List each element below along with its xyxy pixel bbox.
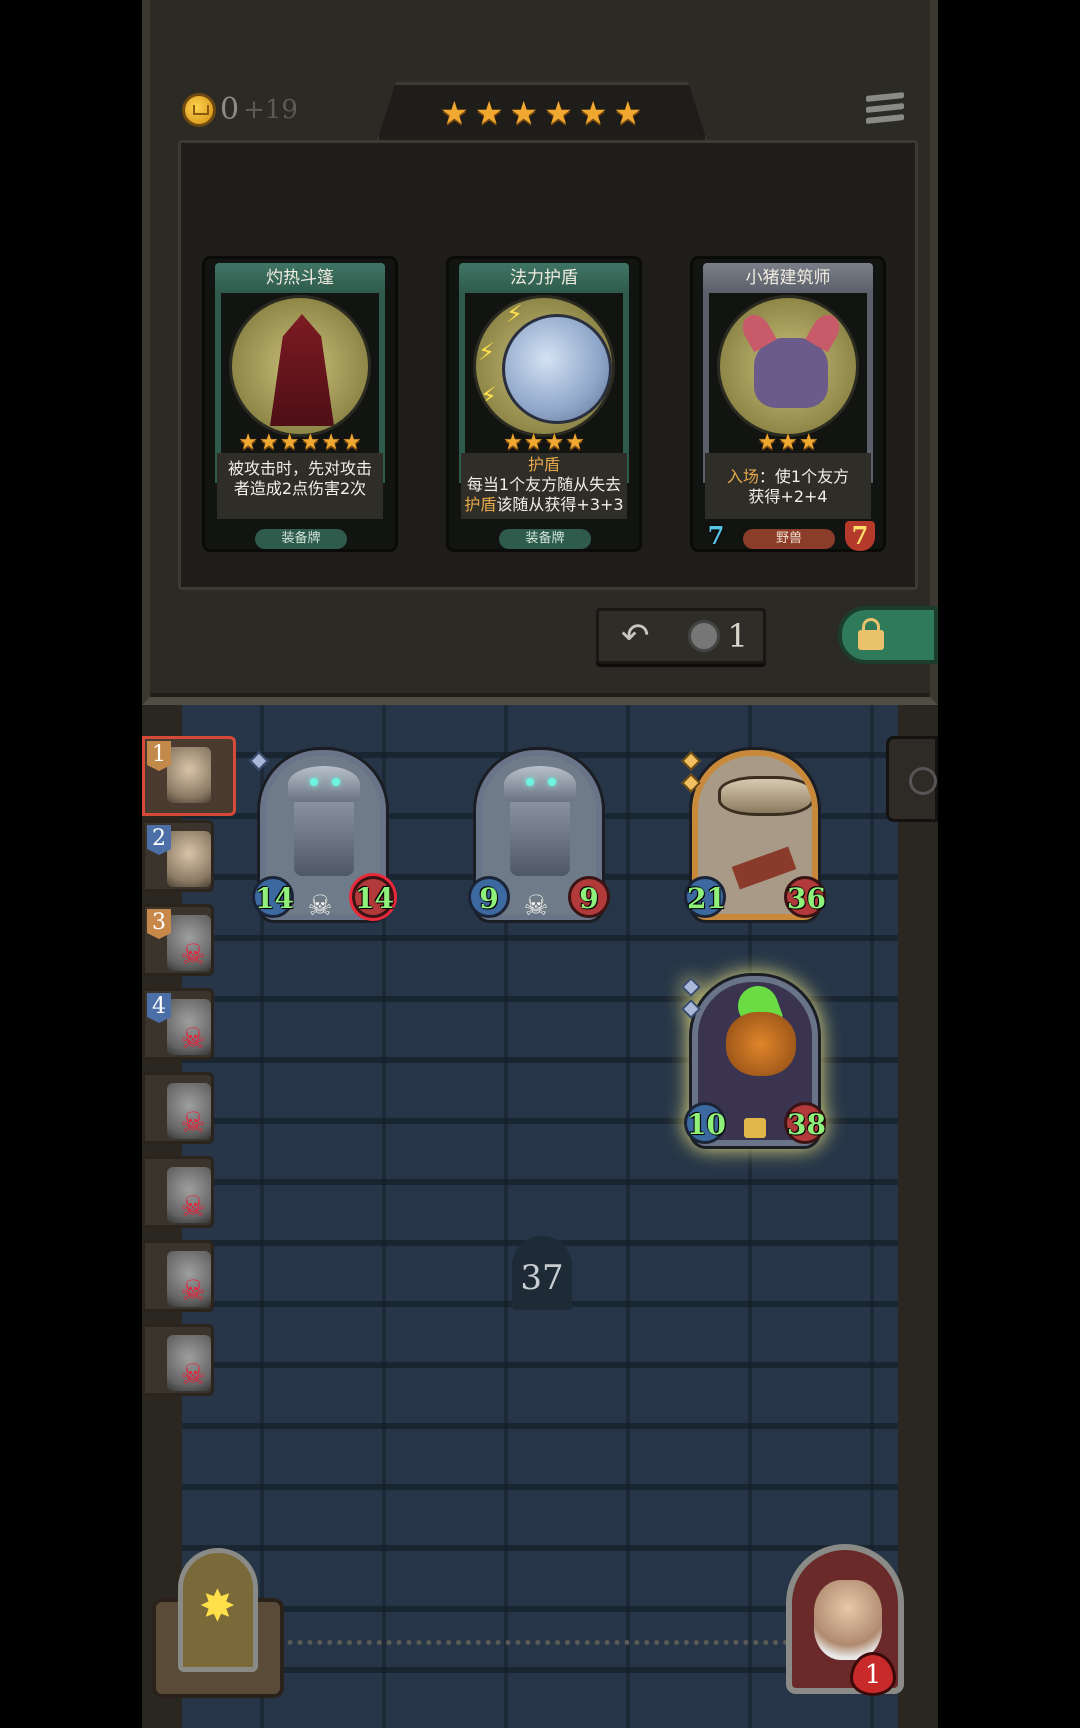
gold-value: 0 [220, 92, 240, 127]
star-icon: ★ [259, 430, 279, 455]
star-icon: ★ [565, 430, 585, 455]
skull-icon: ☠ [523, 889, 549, 922]
board-minion-zeppelin[interactable]: 21 36 [681, 746, 826, 926]
refresh-icon: ↶ [621, 616, 650, 656]
minion-health: 36 [784, 876, 826, 918]
freeze-button[interactable] [838, 606, 938, 664]
minion-attack: 21 [684, 876, 726, 918]
hero-power-button[interactable]: ✸ [152, 1548, 284, 1700]
star-icon: ★ [474, 94, 504, 132]
player-rank: 1 [147, 741, 171, 771]
minion-health: 9 [568, 876, 610, 918]
card-attack: 7 [707, 521, 725, 550]
skull-icon: ☠ [180, 1274, 206, 1307]
star-icon: ★ [321, 430, 341, 455]
star-icon: ★ [341, 430, 362, 455]
star-icon: ★ [544, 430, 565, 455]
star-icon: ★ [798, 430, 819, 455]
shop-card-searing-cloak[interactable]: 灼热斗篷 ★ ★ ★ ★ ★ ★ 被攻击时，先对攻击 者造成2点伤害2次 装备牌 [202, 256, 398, 552]
spark-icon: ✸ [199, 1581, 236, 1632]
hero-health: 1 [850, 1652, 896, 1696]
player-rank: 2 [147, 825, 171, 855]
leaderboard-player[interactable]: ☠ [142, 1072, 214, 1144]
shop-panel: ★ ★ ★ ★ ★ ★ 0 +19 灼热斗篷 ★ ★ ★ ★ ★ ★ 被攻击时，先对攻击 者造成2点… [142, 0, 938, 705]
orb-art: ⚡ ⚡ ⚡ [473, 295, 615, 437]
star-icon: ★ [509, 94, 539, 132]
minion-health: 14 [352, 876, 394, 918]
shop-card-mana-shield[interactable]: 法力护盾 ⚡ ⚡ ⚡ ★ ★ ★ ★ 护盾 每当1个友方随从失去 护盾该随从获得+3+… [446, 256, 642, 552]
star-icon: ★ [613, 94, 643, 132]
card-description: 被攻击时，先对攻击 者造成2点伤害2次 [217, 453, 383, 519]
star-icon: ★ [778, 430, 798, 455]
cloak-art [229, 295, 371, 437]
card-type: 装备牌 [499, 529, 591, 549]
card-health: 7 [845, 521, 875, 551]
leaderboard-player[interactable]: 2 [142, 820, 214, 892]
card-stars: ★ ★ ★ ★ [449, 431, 639, 455]
star-icon: ★ [300, 430, 321, 455]
board-minion-pumpkin[interactable]: 10 38 [681, 972, 826, 1152]
star-icon: ★ [440, 94, 469, 132]
card-stars: ★ ★ ★ ★ ★ ★ [205, 431, 395, 455]
skull-icon: ☠ [180, 1106, 206, 1139]
skull-icon: ☠ [180, 1190, 206, 1223]
player-rank: 3 [147, 909, 171, 939]
star-icon: ★ [523, 430, 544, 455]
leaderboard-player[interactable]: ☠ [142, 1324, 214, 1396]
star-icon: ★ [578, 94, 608, 132]
leaderboard-player[interactable]: ☠ [142, 1240, 214, 1312]
player-avatar [167, 747, 211, 803]
leaderboard-player[interactable]: 1 [142, 736, 236, 816]
card-stars: ★ ★ ★ [693, 431, 883, 455]
card-title: 小猪建筑师 [703, 263, 873, 293]
chain-decoration [238, 1640, 858, 1646]
leaderboard-player[interactable]: 4 ☠ [142, 988, 214, 1060]
side-toggle-button[interactable] [886, 736, 938, 822]
star-icon: ★ [503, 430, 523, 455]
skull-icon: ☠ [180, 938, 206, 971]
star-icon: ★ [544, 94, 573, 132]
card-description: 护盾 每当1个友方随从失去 护盾该随从获得+3+3 [461, 453, 627, 519]
gold-coin-icon [182, 92, 216, 127]
menu-icon[interactable] [866, 92, 904, 130]
card-title: 灼热斗篷 [215, 263, 385, 293]
game-screen: ★ ★ ★ ★ ★ ★ 0 +19 灼热斗篷 ★ ★ ★ ★ ★ ★ 被攻击时，先对攻击 者造成2点… [142, 0, 938, 1728]
minion-health: 38 [784, 1102, 826, 1144]
lock-icon [744, 1118, 766, 1138]
gold-income: +19 [243, 94, 298, 125]
coin-icon [687, 620, 720, 652]
player-rank: 4 [147, 993, 171, 1023]
star-icon: ★ [279, 430, 300, 455]
minion-attack: 10 [684, 1102, 726, 1144]
lock-icon [856, 618, 886, 650]
skull-icon: ☠ [180, 1022, 206, 1055]
minion-attack: 14 [252, 876, 294, 918]
card-type: 野兽 [743, 529, 835, 549]
player-avatar [167, 831, 211, 887]
board-minion-robot-1[interactable]: ☠ 14 14 [249, 746, 394, 926]
turn-counter: 37 [520, 1258, 564, 1298]
pig-art [717, 295, 859, 437]
star-icon: ★ [757, 430, 778, 455]
card-title: 法力护盾 [459, 263, 629, 293]
card-type: 装备牌 [255, 529, 347, 549]
card-description: 入场：使1个友方 获得+2+4 [705, 453, 871, 519]
tavern-tier-stars: ★ ★ ★ ★ ★ ★ [440, 96, 642, 130]
skull-icon: ☠ [180, 1358, 206, 1391]
reroll-cost: 1 [727, 617, 748, 655]
star-icon: ★ [238, 430, 259, 455]
skull-icon: ☠ [307, 889, 333, 922]
minion-attack: 9 [468, 876, 510, 918]
leaderboard-player[interactable]: 3 ☠ [142, 904, 214, 976]
reroll-button[interactable]: ↶ 1 [596, 608, 766, 664]
board-minion-robot-2[interactable]: ☠ 9 9 [468, 746, 610, 926]
shop-card-piglet-architect[interactable]: 小猪建筑师 ★ ★ ★ 入场：使1个友方 获得+2+4 7 野兽 7 [690, 256, 886, 552]
gold-display: 0 +19 [182, 92, 298, 127]
leaderboard-player[interactable]: ☠ [142, 1156, 214, 1228]
